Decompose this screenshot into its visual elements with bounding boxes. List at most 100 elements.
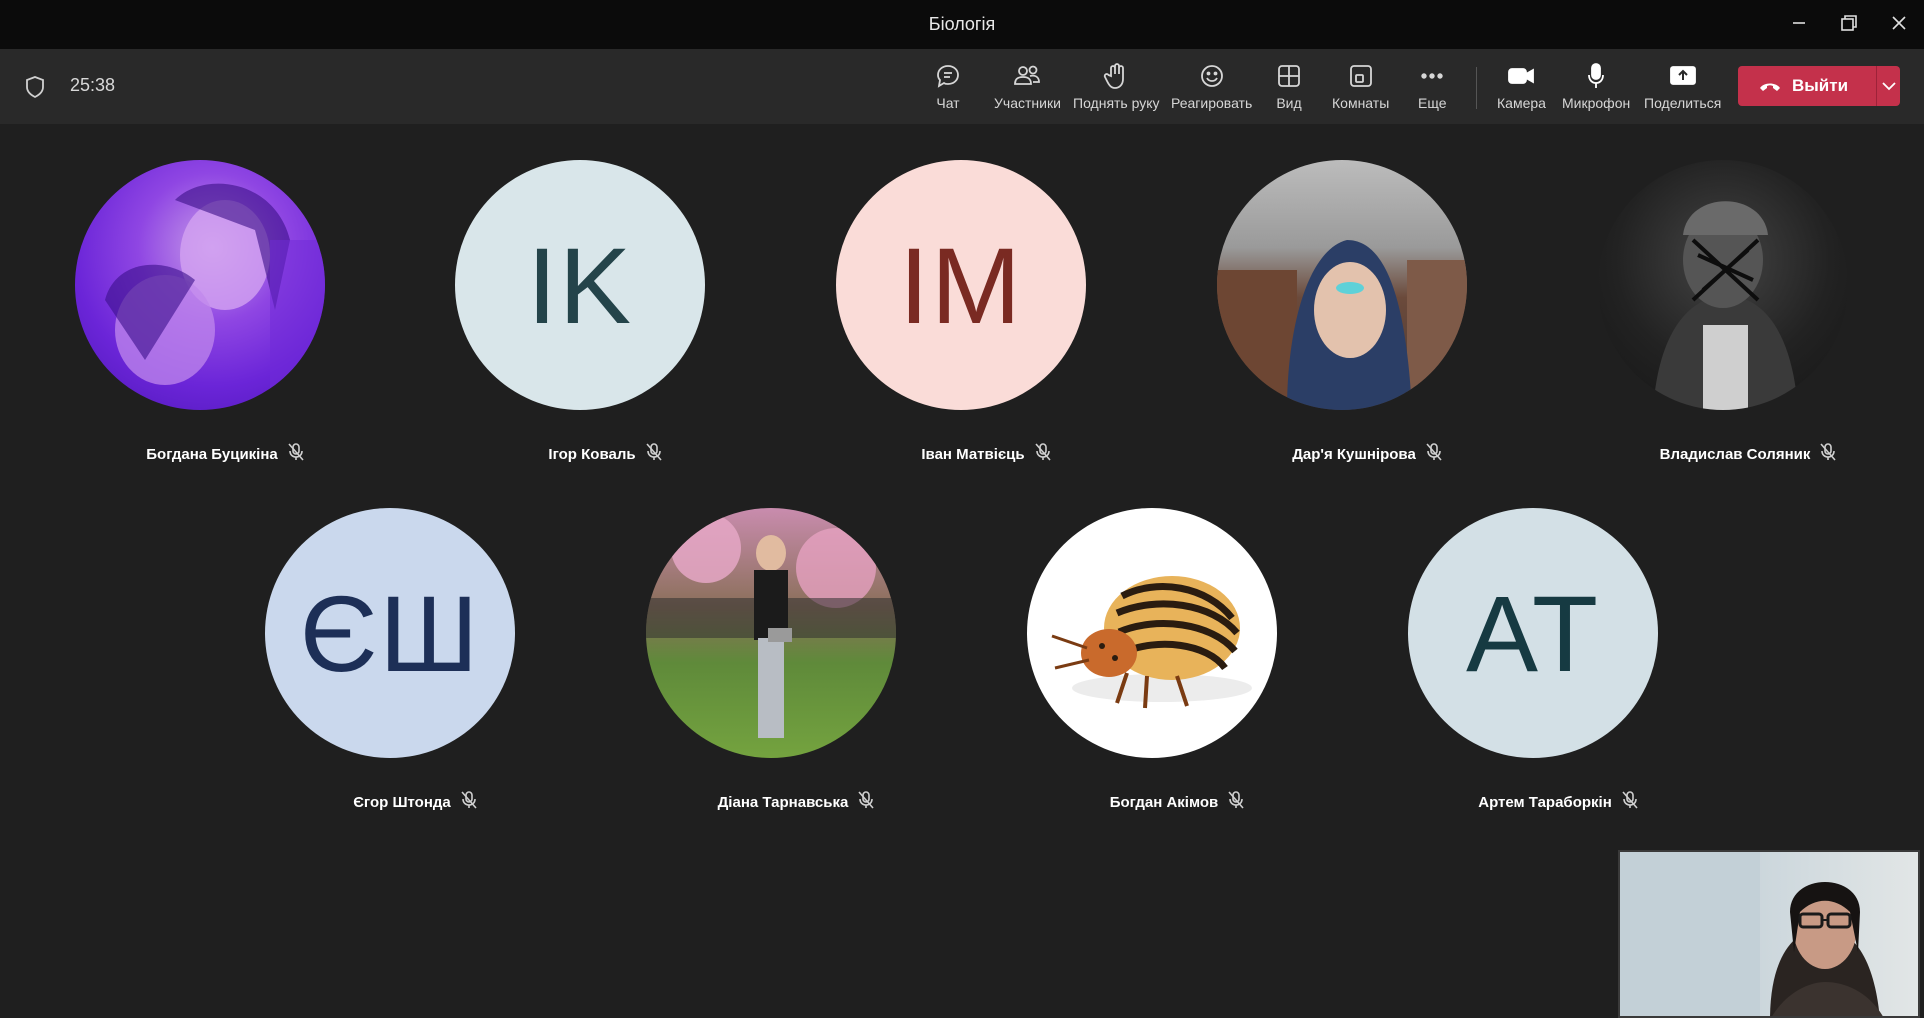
- participant-tile[interactable]: ЄШ Єгор Штонда: [215, 508, 515, 811]
- participant-nameplate: Богдана Буцикіна: [25, 443, 425, 465]
- participant-nameplate: Єгор Штонда: [215, 791, 615, 813]
- minimize-icon: [1793, 22, 1805, 24]
- participant-initials: IM: [899, 224, 1023, 346]
- title-bar: Біологія: [0, 0, 1924, 49]
- mic-off-icon: [1426, 443, 1442, 465]
- hand-icon: [1103, 61, 1129, 91]
- portrait-image: [1217, 240, 1467, 410]
- chat-icon: [934, 61, 962, 91]
- close-button[interactable]: [1876, 0, 1922, 46]
- portrait-image: [1653, 201, 1798, 410]
- camera-icon: [1506, 61, 1536, 91]
- participant-name: Богдана Буцикіна: [146, 445, 278, 463]
- participant-avatar-initials: AT: [1408, 508, 1658, 758]
- participant-name: Богдан Акімов: [1109, 793, 1219, 811]
- mic-off-icon: [1622, 791, 1638, 813]
- participant-tile[interactable]: Богдана Буцикіна: [25, 160, 325, 463]
- participant-tile[interactable]: Діана Тарнавська: [596, 508, 896, 811]
- participant-nameplate: Артем Тараборкін: [1358, 791, 1758, 813]
- participant-initials: AT: [1466, 572, 1600, 694]
- participant-initials: IK: [526, 224, 634, 346]
- participant-tile[interactable]: IK Ігор Коваль: [405, 160, 705, 463]
- participant-initials: ЄШ: [299, 572, 481, 694]
- chevron-down-icon: [1881, 82, 1896, 91]
- participant-avatar-photo: [1027, 508, 1277, 758]
- minimize-button[interactable]: [1776, 0, 1822, 46]
- raise-hand-button[interactable]: Поднять руку: [1073, 61, 1160, 117]
- microphone-button[interactable]: Микрофон: [1562, 61, 1630, 117]
- leave-options-button[interactable]: [1877, 66, 1900, 106]
- participants-button[interactable]: Участники: [994, 61, 1061, 117]
- participant-name: Артем Тараборкін: [1478, 793, 1612, 811]
- toolbar-divider: [1476, 67, 1477, 109]
- meeting-timer: 25:38: [70, 75, 116, 95]
- participant-name: Єгор Штонда: [353, 793, 451, 811]
- rooms-label: Комнаты: [1332, 95, 1390, 111]
- more-icon: [1419, 61, 1445, 91]
- participant-avatar-photo: [1217, 160, 1467, 410]
- participant-tile[interactable]: IM Іван Матвієць: [786, 160, 1086, 463]
- beetle-image: [1051, 576, 1252, 709]
- participant-name: Владислав Соляник: [1659, 445, 1811, 463]
- mic-off-icon: [1035, 443, 1051, 465]
- participant-name: Іван Матвієць: [921, 445, 1025, 463]
- shield-icon: [26, 76, 44, 99]
- mic-off-icon: [288, 443, 304, 465]
- meeting-toolbar: 25:38 Чат Участники Поднять руку Реагиро…: [0, 49, 1924, 124]
- mic-off-icon: [461, 791, 477, 813]
- mic-off-icon: [1820, 443, 1836, 465]
- participant-tile[interactable]: Богдан Акімов: [977, 508, 1277, 811]
- people-icon: [1012, 61, 1042, 91]
- camera-label: Камера: [1497, 95, 1546, 111]
- participant-tile[interactable]: Дар'я Кушнірова: [1167, 160, 1467, 463]
- restore-icon: [1841, 15, 1857, 31]
- participant-name: Діана Тарнавська: [717, 793, 849, 811]
- mic-off-icon: [645, 443, 662, 465]
- share-button[interactable]: Поделиться: [1644, 61, 1721, 117]
- participant-avatar-photo: [646, 508, 896, 758]
- window-title: Біологія: [928, 14, 996, 34]
- share-icon: [1668, 61, 1698, 91]
- participant-nameplate: Дар'я Кушнірова: [1167, 443, 1567, 465]
- participant-avatar-initials: IK: [455, 160, 705, 410]
- self-video-image: [1620, 852, 1883, 1016]
- restore-button[interactable]: [1826, 0, 1872, 46]
- grid-icon: [1276, 61, 1302, 91]
- mic-off-icon: [1228, 791, 1244, 813]
- mic-off-icon: [858, 791, 874, 813]
- more-label: Еще: [1418, 95, 1447, 111]
- participant-nameplate: Іван Матвієць: [786, 443, 1186, 465]
- participant-avatar-photo: [1598, 160, 1848, 410]
- hang-up-icon: [1760, 83, 1780, 91]
- participant-name: Дар'я Кушнірова: [1292, 445, 1416, 463]
- react-button[interactable]: Реагировать: [1171, 61, 1252, 117]
- chat-label: Чат: [936, 95, 960, 111]
- leave-main[interactable]: Выйти: [1738, 66, 1876, 106]
- leave-label: Выйти: [1792, 76, 1849, 95]
- participants-label: Участники: [994, 95, 1061, 111]
- participant-nameplate: Ігор Коваль: [405, 443, 805, 465]
- leave-button[interactable]: Выйти: [1738, 66, 1900, 106]
- react-label: Реагировать: [1171, 95, 1253, 111]
- participant-tile[interactable]: Владислав Соляник: [1548, 160, 1848, 463]
- smile-icon: [1198, 61, 1226, 91]
- view-button[interactable]: Вид: [1276, 61, 1302, 117]
- camera-button[interactable]: Камера: [1497, 61, 1546, 117]
- chat-button[interactable]: Чат: [934, 61, 962, 117]
- more-button[interactable]: Еще: [1418, 61, 1447, 117]
- rooms-button[interactable]: Комнаты: [1332, 61, 1389, 117]
- close-icon: [1892, 16, 1906, 30]
- participant-tile[interactable]: AT Артем Тараборкін: [1358, 508, 1658, 811]
- microphone-label: Микрофон: [1562, 95, 1631, 111]
- participant-nameplate: Владислав Соляник: [1548, 443, 1924, 465]
- view-label: Вид: [1276, 95, 1302, 111]
- participant-name: Ігор Коваль: [548, 445, 636, 463]
- participant-nameplate: Богдан Акімов: [977, 791, 1377, 813]
- portrait-image: [646, 513, 896, 738]
- mic-icon: [1584, 61, 1608, 91]
- share-label: Поделиться: [1644, 95, 1722, 111]
- participant-avatar-initials: ЄШ: [265, 508, 515, 758]
- self-video-preview[interactable]: [1618, 850, 1920, 1018]
- raise-hand-label: Поднять руку: [1073, 95, 1160, 111]
- participant-avatar-initials: IM: [836, 160, 1086, 410]
